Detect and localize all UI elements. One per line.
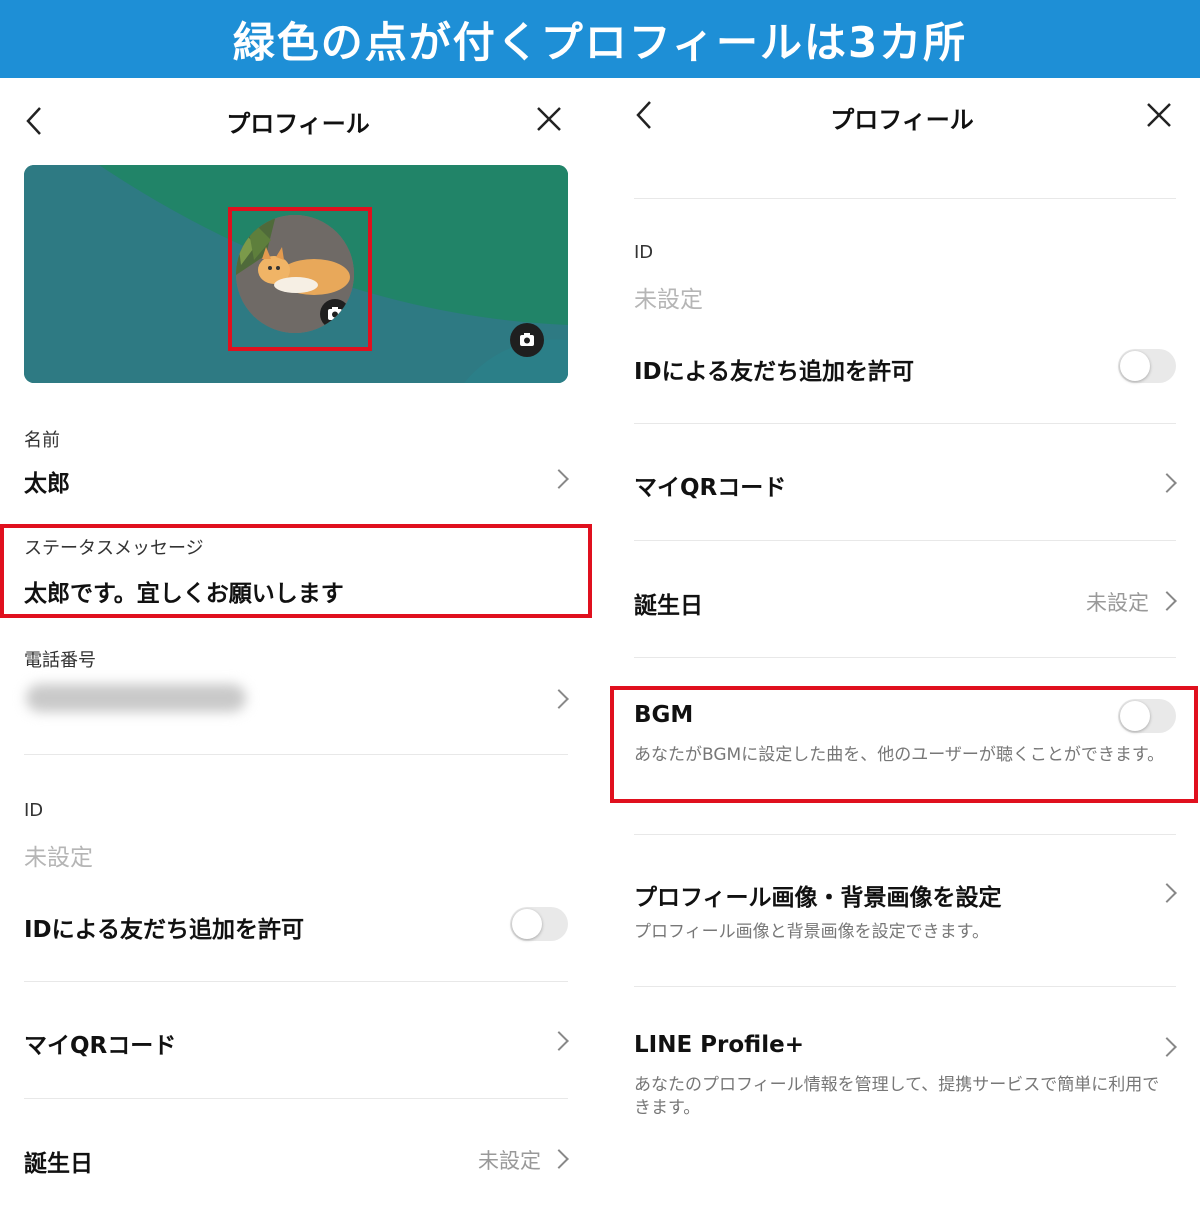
banner-text: 緑色の点が付くプロフィールは3カ所 — [232, 17, 968, 67]
divider — [634, 540, 1176, 541]
id-value[interactable]: 未設定 — [24, 838, 93, 872]
id-allow-toggle[interactable] — [510, 907, 568, 941]
toggle-knob — [512, 909, 542, 939]
id-allow-toggle[interactable] — [1118, 349, 1176, 383]
chevron-right-icon[interactable] — [1157, 473, 1177, 493]
birthday-label[interactable]: 誕生日 — [24, 1144, 93, 1178]
close-icon[interactable] — [1146, 102, 1172, 128]
chevron-right-icon[interactable] — [1157, 883, 1177, 903]
toggle-knob — [1120, 701, 1150, 731]
right-profile-screen: プロフィール ID 未設定 IDによる友だち追加を許可 マイQRコード 誕生日 … — [604, 78, 1200, 1212]
nav-title: プロフィール — [226, 110, 370, 138]
chevron-right-icon[interactable] — [549, 1031, 569, 1051]
profile-image-description: プロフィール画像と背景画像を設定できます。 — [634, 922, 989, 942]
chevron-right-icon[interactable] — [549, 469, 569, 489]
divider — [634, 198, 1176, 199]
toggle-knob — [1120, 351, 1150, 381]
name-label: 名前 — [24, 430, 60, 451]
id-label: ID — [24, 800, 44, 821]
divider — [24, 981, 568, 982]
chevron-right-icon[interactable] — [1157, 1037, 1177, 1057]
bgm-label: BGM — [634, 702, 694, 728]
panel-divider — [596, 78, 604, 1212]
id-allow-label: IDによる友だち追加を許可 — [634, 359, 914, 385]
chevron-right-icon[interactable] — [549, 1149, 569, 1169]
name-value[interactable]: 太郎 — [24, 464, 70, 498]
nav-title: プロフィール — [830, 106, 974, 134]
divider — [634, 834, 1176, 835]
line-profile-plus-label[interactable]: LINE Profile+ — [634, 1032, 804, 1058]
bgm-toggle[interactable] — [1118, 699, 1176, 733]
cover-camera-badge[interactable] — [510, 323, 544, 357]
phone-value-blurred[interactable] — [26, 684, 246, 712]
phone-label: 電話番号 — [24, 650, 96, 671]
line-profile-plus-description: あなたのプロフィール情報を管理して、提携サービスで簡単に利用できます。 — [634, 1075, 1160, 1118]
divider — [634, 423, 1176, 424]
birthday-value[interactable]: 未設定 — [478, 1145, 541, 1175]
id-label: ID — [634, 242, 654, 263]
qr-label[interactable]: マイQRコード — [634, 468, 786, 502]
birthday-value[interactable]: 未設定 — [1086, 587, 1149, 617]
avatar-highlight-box — [228, 207, 372, 351]
status-value[interactable]: 太郎です。宜しくお願いします — [24, 574, 344, 608]
close-icon[interactable] — [536, 106, 562, 132]
bgm-description: あなたがBGMに設定した曲を、他のユーザーが聴くことができます。 — [634, 745, 1165, 765]
birthday-label[interactable]: 誕生日 — [634, 586, 703, 620]
camera-icon — [520, 333, 534, 346]
divider — [634, 986, 1176, 987]
divider — [634, 657, 1176, 658]
chevron-right-icon[interactable] — [549, 689, 569, 709]
title-banner: 緑色の点が付くプロフィールは3カ所 — [0, 0, 1200, 78]
id-value[interactable]: 未設定 — [634, 280, 703, 314]
left-profile-screen: プロフィール 名前 太郎 ステータスメッセージ 太郎です。宜しくお願いします 電… — [0, 78, 596, 1212]
chevron-right-icon[interactable] — [1157, 591, 1177, 611]
divider — [24, 754, 568, 755]
profile-image-label[interactable]: プロフィール画像・背景画像を設定 — [634, 878, 1002, 912]
status-label: ステータスメッセージ — [24, 538, 204, 559]
divider — [24, 1098, 568, 1099]
id-allow-label: IDによる友だち追加を許可 — [24, 917, 304, 943]
qr-label[interactable]: マイQRコード — [24, 1026, 176, 1060]
